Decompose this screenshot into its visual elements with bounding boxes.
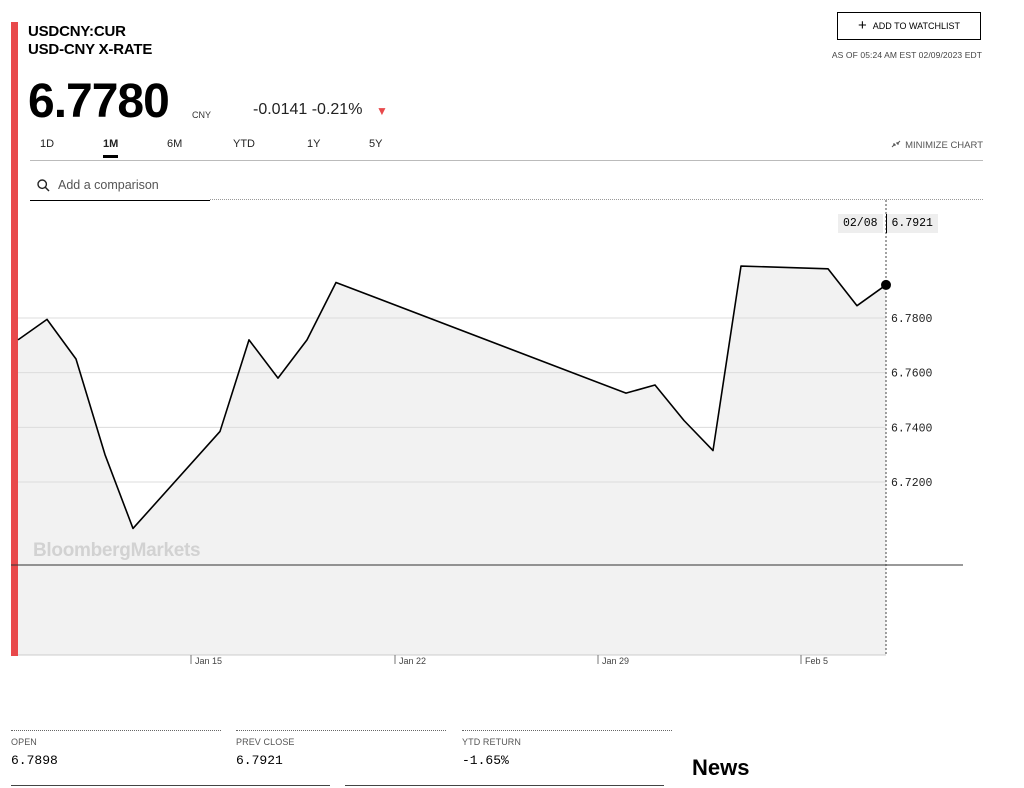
- stat-open: OPEN 6.7898: [11, 730, 221, 768]
- y-tick-label: 6.7800: [891, 313, 933, 326]
- hover-tooltip: 02/08 6.7921: [838, 214, 938, 233]
- minimize-chart-button[interactable]: MINIMIZE CHART: [891, 140, 983, 151]
- y-tick-label: 6.7600: [891, 368, 933, 381]
- add-to-watchlist-button[interactable]: + ADD TO WATCHLIST: [837, 12, 981, 40]
- tooltip-value: 6.7921: [885, 214, 938, 233]
- x-tick-label: Jan 15: [195, 656, 222, 666]
- hover-point: [881, 279, 891, 290]
- stat-ytd-return-value: -1.65%: [462, 753, 509, 768]
- y-tick-label: 6.7200: [891, 477, 933, 490]
- stat-ytd-return: YTD RETURN -1.65%: [462, 730, 672, 768]
- stat-ytd-return-label: YTD RETURN: [462, 737, 521, 747]
- tab-1y[interactable]: 1Y: [307, 138, 320, 155]
- chart-area-fill: [18, 266, 886, 655]
- tab-ytd[interactable]: YTD: [233, 138, 255, 155]
- stat-prev-close: PREV CLOSE 6.7921: [236, 730, 446, 768]
- tab-6m[interactable]: 6M: [167, 138, 182, 155]
- x-tick-label: Jan 29: [602, 656, 629, 666]
- comparison-input[interactable]: [56, 177, 210, 193]
- change-percent: -0.21%: [311, 101, 363, 118]
- tooltip-date: 02/08: [838, 214, 883, 233]
- stats-bottom-rule: [11, 785, 330, 786]
- minimize-icon: [891, 140, 901, 151]
- currency-label: CNY: [192, 110, 212, 120]
- minimize-label: MINIMIZE CHART: [905, 140, 983, 151]
- y-tick-label: 6.7400: [891, 422, 933, 435]
- plus-icon: +: [858, 17, 867, 34]
- bloomberg-markets-watermark: BloombergMarkets: [33, 540, 201, 561]
- stat-open-value: 6.7898: [11, 753, 58, 768]
- tab-1d[interactable]: 1D: [40, 138, 54, 155]
- news-heading: News: [692, 755, 750, 780]
- stat-prev-close-value: 6.7921: [236, 753, 283, 768]
- triangle-down-icon: ▼: [376, 104, 388, 118]
- stat-prev-close-label: PREV CLOSE: [236, 737, 295, 747]
- comparison-search: [30, 170, 210, 201]
- x-tick-label: Jan 22: [399, 656, 426, 666]
- x-tick-label: Feb 5: [805, 656, 828, 666]
- tab-5y[interactable]: 5Y: [369, 138, 382, 155]
- price-change: -0.0141 -0.21%: [253, 101, 362, 119]
- as-of-timestamp: AS OF 05:24 AM EST 02/09/2023 EDT: [831, 50, 982, 60]
- price-chart: 6.7200 6.7400 6.7600 6.7800 Jan 15 Jan 22 Jan …: [11, 200, 963, 666]
- price-value: 6.7780: [28, 75, 170, 128]
- ticker-symbol: USDCNY:CUR: [28, 23, 126, 40]
- stats-bottom-rule-2: [345, 785, 664, 786]
- ticker-name: USD-CNY X-RATE: [28, 41, 153, 58]
- tab-1m[interactable]: 1M: [103, 138, 119, 158]
- watchlist-label: ADD TO WATCHLIST: [872, 21, 960, 31]
- search-icon: [36, 178, 50, 192]
- change-value: -0.0141: [253, 101, 308, 118]
- tabs-divider: [30, 160, 983, 161]
- stat-open-label: OPEN: [11, 737, 37, 747]
